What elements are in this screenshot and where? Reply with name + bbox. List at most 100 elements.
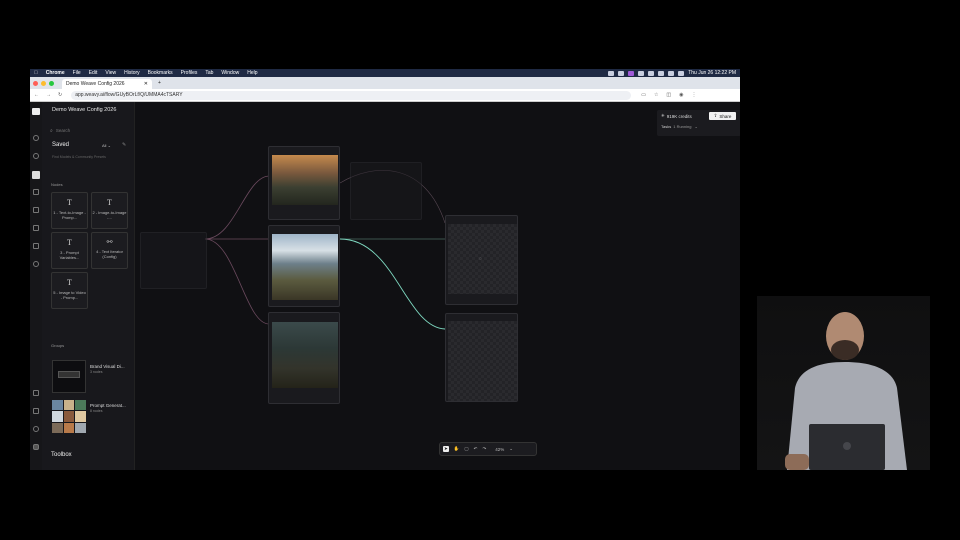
node-card[interactable]: T 5 - Image to Video - Promp... xyxy=(51,272,88,309)
groups-heading: Groups xyxy=(51,343,65,348)
search-input[interactable]: ⌕ Search xyxy=(50,126,130,135)
video-node[interactable] xyxy=(445,313,518,402)
menu-window[interactable]: Window xyxy=(221,70,239,76)
link-icon: ⚯ xyxy=(106,238,113,246)
history-icon[interactable] xyxy=(33,153,39,159)
status-icons: Thu Jun 26 12:22 PM xyxy=(608,70,736,76)
credits-panel: ✳ 919K credits ⇪ Share Tasks 1 Running ⌄ xyxy=(657,110,740,136)
menu-view[interactable]: View xyxy=(105,70,116,76)
image-node[interactable] xyxy=(268,312,340,404)
node-card-label: 4 - Text Iterator (Config) xyxy=(96,249,123,259)
bookmark-star-icon[interactable]: ☆ xyxy=(654,92,658,98)
group-count: 8 nodes xyxy=(90,409,103,413)
comment-tool-icon[interactable]: ▢ xyxy=(464,446,468,452)
video-node[interactable]: ◌ xyxy=(445,215,518,305)
group-thumbnail[interactable] xyxy=(52,360,86,393)
status-icon[interactable] xyxy=(608,70,615,76)
briefcase-icon[interactable] xyxy=(33,189,39,195)
node-card[interactable]: T 2 - Image-to-Image -... xyxy=(91,192,128,229)
video-icon[interactable] xyxy=(33,225,39,231)
tasks-status[interactable]: Tasks 1 Running ⌄ xyxy=(661,124,698,129)
menu-help[interactable]: Help xyxy=(247,70,257,76)
cube-icon[interactable] xyxy=(33,243,39,249)
menu-edit[interactable]: Edit xyxy=(89,70,98,76)
new-tab-icon[interactable]: + xyxy=(158,80,161,86)
music-icon[interactable] xyxy=(33,261,39,267)
menu-history[interactable]: History xyxy=(124,70,140,76)
close-window-icon[interactable] xyxy=(33,80,38,86)
browser-tab-active[interactable]: Demo Weave Config 2026 ✕ xyxy=(62,79,152,89)
undo-icon[interactable]: ↶ xyxy=(474,446,478,452)
group-thumbnail[interactable] xyxy=(52,400,86,433)
chevron-down-icon: ⌄ xyxy=(694,124,698,129)
extensions-icon[interactable]: ◫ xyxy=(666,92,671,98)
group-name[interactable]: Prompt Generat... xyxy=(90,403,126,408)
node-card[interactable]: T 3 - Prompt Variables... xyxy=(51,232,88,269)
menu-file[interactable]: File xyxy=(73,70,81,76)
toolbox-heading[interactable]: Toolbox xyxy=(51,452,72,458)
flow-canvas[interactable]: ◌ ✳ 919K credits ⇪ Share Tasks 1 Running ⌄ xyxy=(135,102,740,470)
node-header xyxy=(269,147,339,151)
forward-icon[interactable]: → xyxy=(46,92,51,98)
wifi-icon[interactable] xyxy=(668,70,675,76)
docs-icon[interactable] xyxy=(33,408,39,414)
tag-icon[interactable] xyxy=(33,390,39,396)
help-icon[interactable] xyxy=(33,426,39,432)
menu-bookmarks[interactable]: Bookmarks xyxy=(148,70,173,76)
minimize-window-icon[interactable] xyxy=(41,80,46,86)
url-field[interactable]: app.weavy.ai/flow/GUyBOrLf/Q/UMMA4cTSARY xyxy=(71,90,632,100)
cast-icon[interactable]: ▭ xyxy=(641,92,646,98)
node-card[interactable]: T 1 - Text-to-Image - Promp... xyxy=(51,192,88,229)
node-card[interactable]: ⚯ 4 - Text Iterator (Config) xyxy=(91,232,128,269)
credits-display[interactable]: ✳ 919K credits xyxy=(661,113,692,119)
saved-filter-dropdown[interactable]: All ⌄ xyxy=(102,143,111,148)
node-header xyxy=(269,226,339,230)
zoom-window-icon[interactable] xyxy=(49,80,54,86)
share-button[interactable]: ⇪ Share xyxy=(709,112,736,120)
text-node-icon: T xyxy=(67,278,72,287)
menu-profiles[interactable]: Profiles xyxy=(181,70,198,76)
menu-app-name[interactable]: Chrome xyxy=(46,70,65,76)
connection-edge xyxy=(204,238,270,325)
battery-icon[interactable] xyxy=(658,70,665,76)
project-title[interactable]: Demo Weave Config 2026 xyxy=(52,107,116,113)
control-center-icon[interactable] xyxy=(678,70,685,76)
hand-tool-icon[interactable]: ✋ xyxy=(454,446,460,452)
text-node-icon: T xyxy=(67,238,72,247)
node-header xyxy=(141,233,206,237)
apple-icon[interactable]:  xyxy=(34,70,38,76)
status-icon[interactable] xyxy=(628,70,635,76)
status-icon[interactable] xyxy=(648,70,655,76)
back-icon[interactable]: ← xyxy=(34,92,39,98)
image-node[interactable] xyxy=(268,146,340,220)
text-node[interactable] xyxy=(350,162,422,220)
select-tool-icon[interactable]: ➤ xyxy=(443,446,449,452)
saved-hint: Find Models & Community Presets xyxy=(52,155,106,159)
image-node[interactable] xyxy=(268,225,340,307)
image-icon[interactable] xyxy=(33,207,39,213)
redo-icon[interactable]: ↷ xyxy=(482,446,486,452)
prompt-node[interactable] xyxy=(140,232,207,289)
browser-toolbar-icons: ▭ ☆ ◫ ◉ ⋮ xyxy=(641,92,704,98)
share-icon: ⇪ xyxy=(713,113,718,118)
nodes-heading: Nodes xyxy=(51,182,63,187)
menubar-datetime[interactable]: Thu Jun 26 12:22 PM xyxy=(688,70,736,76)
saved-icon[interactable] xyxy=(32,171,40,179)
discord-icon[interactable] xyxy=(33,444,39,450)
edit-icon[interactable]: ✎ xyxy=(122,142,126,148)
close-tab-icon[interactable]: ✕ xyxy=(144,81,148,87)
search-placeholder: Search xyxy=(55,128,71,133)
group-name[interactable]: Brand Visual Di... xyxy=(90,364,125,369)
weavy-logo[interactable] xyxy=(32,108,40,115)
menu-tab[interactable]: Tab xyxy=(205,70,213,76)
search-icon[interactable] xyxy=(33,135,39,141)
connection-edge xyxy=(339,238,446,330)
status-icon[interactable] xyxy=(618,70,625,76)
reload-icon[interactable]: ↻ xyxy=(58,92,62,98)
zoom-level[interactable]: 42% xyxy=(495,447,504,452)
chevron-down-icon[interactable]: ⌄ xyxy=(509,446,513,452)
more-menu-icon[interactable]: ⋮ xyxy=(692,92,697,98)
status-icon[interactable] xyxy=(638,70,645,76)
profile-icon[interactable]: ◉ xyxy=(679,92,683,98)
generated-image xyxy=(272,234,338,300)
